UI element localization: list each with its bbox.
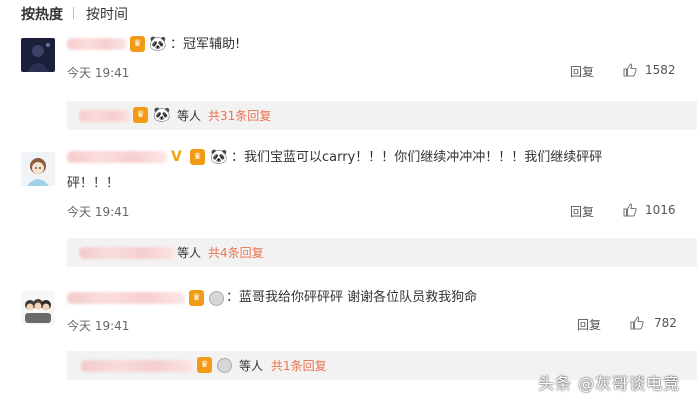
avatar[interactable] — [21, 152, 55, 186]
sort-by-time-tab[interactable]: 按时间 — [86, 4, 128, 24]
blurred-username — [81, 360, 193, 372]
sub-reply-label: 等人 — [177, 246, 202, 260]
reply-button[interactable]: 回复 — [570, 63, 594, 80]
panda-emoji-icon: 🐼 — [210, 149, 228, 165]
panda-emoji-icon: 🐼 — [149, 36, 167, 52]
verified-v-icon: V — [171, 149, 182, 165]
thumbs-up-icon[interactable] — [630, 316, 644, 330]
comment-text: ：冠军辅助! — [170, 37, 241, 52]
comment-text: ：蓝哥我给你砰砰砰 谢谢各位队员救我狗命 — [226, 290, 478, 305]
comment-text-continued: 砰！！！ — [67, 176, 120, 191]
vip-badge-icon: ♛ — [189, 290, 204, 306]
like-count: 1582 — [645, 63, 676, 77]
blurred-username[interactable] — [67, 38, 127, 50]
sub-replies-box[interactable]: 等人 共4条回复 — [67, 238, 697, 267]
comment-time: 今天 19:41 — [67, 66, 130, 80]
sort-by-hot-tab[interactable]: 按热度 — [21, 4, 63, 24]
sort-bar: 按热度 按时间 — [0, 0, 700, 26]
vip-badge-icon: ♛ — [133, 107, 148, 123]
vip-badge-icon: ♛ — [197, 357, 212, 373]
blurred-username[interactable] — [67, 292, 185, 304]
reply-button[interactable]: 回复 — [577, 316, 601, 333]
blurred-username — [79, 110, 131, 122]
like-count: 1016 — [645, 203, 676, 217]
sub-reply-count-link[interactable]: 共4条回复 — [208, 244, 264, 261]
sub-replies-box[interactable]: ♛ 🐼 等人 共31条回复 — [67, 101, 697, 130]
watermark-text: 头条 @灰哥谈电竞 — [538, 374, 681, 393]
sub-reply-label: 等人 — [239, 359, 264, 373]
comment-text: ：我们宝蓝可以carry！！！你们继续冲冲冲！！！我们继续砰砰 — [231, 150, 603, 165]
comment-time: 今天 19:41 — [67, 205, 130, 219]
medal-icon — [217, 358, 232, 373]
sub-reply-count-link[interactable]: 共31条回复 — [208, 107, 271, 124]
blurred-username — [79, 247, 175, 259]
medal-icon — [209, 291, 224, 306]
vip-badge-icon: ♛ — [190, 149, 205, 165]
like-count: 782 — [654, 316, 677, 330]
thumbs-up-icon[interactable] — [623, 63, 637, 77]
reply-button[interactable]: 回复 — [570, 203, 594, 220]
avatar[interactable] — [21, 291, 55, 325]
panda-emoji-icon: 🐼 — [153, 107, 171, 123]
avatar[interactable] — [21, 38, 55, 72]
blurred-username[interactable] — [67, 151, 167, 163]
sub-reply-label: 等人 — [177, 109, 202, 123]
sub-reply-count-link[interactable]: 共1条回复 — [271, 357, 327, 374]
thumbs-up-icon[interactable] — [623, 203, 637, 217]
comment-time: 今天 19:41 — [67, 319, 130, 333]
sort-divider — [73, 7, 74, 19]
vip-badge-icon: ♛ — [130, 36, 145, 52]
